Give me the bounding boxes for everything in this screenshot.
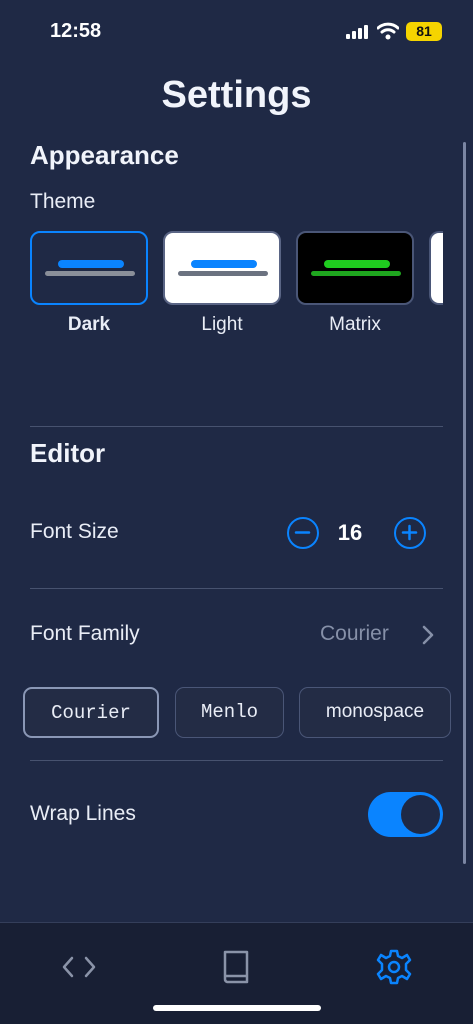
theme-preview-accent — [58, 260, 124, 268]
theme-preview-accent — [324, 260, 390, 268]
font-size-label: Font Size — [30, 520, 119, 543]
font-chip-courier[interactable]: Courier — [23, 687, 159, 738]
theme-preview-line — [45, 271, 135, 276]
divider — [30, 426, 443, 427]
book-icon[interactable] — [216, 947, 256, 987]
theme-card-light[interactable] — [163, 231, 281, 305]
minus-icon — [294, 531, 311, 534]
font-size-increase-button[interactable] — [394, 517, 426, 549]
appearance-heading: Appearance — [30, 140, 179, 170]
code-brackets-icon[interactable] — [59, 947, 99, 987]
theme-preview-accent — [191, 260, 257, 268]
home-indicator — [153, 1005, 321, 1011]
theme-label: Theme — [30, 190, 96, 213]
font-size-decrease-button[interactable] — [287, 517, 319, 549]
chevron-right-icon[interactable] — [420, 624, 436, 646]
wifi-icon — [377, 22, 399, 40]
theme-name-matrix: Matrix — [329, 314, 381, 335]
wrap-lines-toggle[interactable] — [368, 792, 443, 837]
theme-preview-line — [178, 271, 268, 276]
font-family-label: Font Family — [30, 622, 140, 645]
cellular-signal-icon — [346, 25, 368, 39]
font-size-value: 16 — [337, 520, 363, 545]
status-time: 12:58 — [50, 20, 102, 42]
font-chip-menlo[interactable]: Menlo — [175, 687, 284, 738]
theme-name-dark: Dark — [67, 314, 111, 335]
theme-card-dark[interactable] — [30, 231, 148, 305]
theme-card-matrix[interactable] — [296, 231, 414, 305]
gear-icon[interactable] — [374, 947, 414, 987]
scroll-indicator[interactable] — [463, 142, 466, 864]
toggle-knob — [401, 795, 440, 834]
wrap-lines-label: Wrap Lines — [30, 802, 136, 825]
theme-name-light: Light — [201, 314, 243, 335]
editor-heading: Editor — [30, 438, 106, 468]
battery-indicator: 81 — [406, 22, 442, 41]
theme-preview-line — [311, 271, 401, 276]
status-bar: 12:58 81 — [0, 0, 473, 60]
font-family-value[interactable]: Courier — [320, 622, 389, 646]
font-chip-monospace[interactable]: monospace — [299, 687, 451, 738]
theme-card-partial[interactable] — [429, 231, 443, 305]
plus-icon — [401, 524, 418, 541]
page-title: Settings — [161, 74, 312, 116]
divider — [30, 588, 443, 589]
divider — [30, 760, 443, 761]
